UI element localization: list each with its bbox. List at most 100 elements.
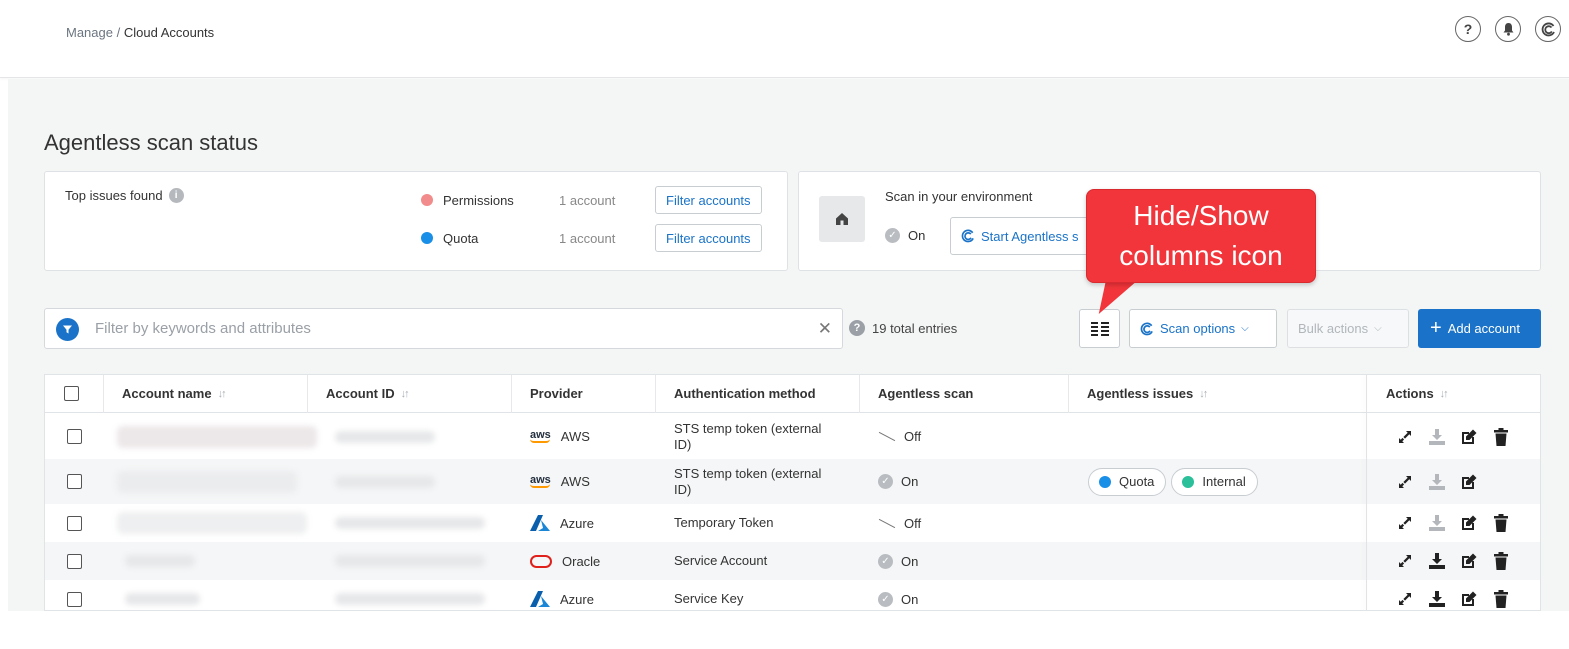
expand-icon[interactable] — [1395, 427, 1415, 447]
info-icon[interactable]: i — [168, 188, 184, 203]
notification-bell-icon[interactable] — [1495, 16, 1521, 42]
auth-line-2: ID) — [674, 436, 692, 452]
add-account-button[interactable]: + Add account — [1418, 309, 1541, 348]
download-icon[interactable] — [1427, 551, 1447, 571]
provider-label: AWS — [560, 429, 590, 444]
table-row[interactable]: aws AWS STS temp token (external ID) ✓ On Q… — [45, 459, 1540, 504]
sort-icon[interactable]: ↓↑ — [1199, 388, 1208, 400]
edit-icon[interactable] — [1459, 551, 1479, 571]
account-id-redacted — [335, 580, 485, 610]
select-all-cell — [64, 375, 79, 412]
top-issues-label: Top issues found — [65, 188, 163, 203]
bulk-actions-button[interactable]: Bulk actions ⌵ — [1287, 309, 1409, 348]
expand-icon[interactable] — [1395, 551, 1415, 571]
provider-cell: aws AWS — [530, 414, 590, 459]
column-agentless-issues[interactable]: Agentless issues ↓↑ — [1087, 375, 1208, 412]
column-account-id[interactable]: Account ID ↓↑ — [326, 375, 410, 412]
top-header: Manage / Cloud Accounts ? — [0, 0, 1569, 78]
sort-icon[interactable]: ↓↑ — [401, 388, 410, 400]
download-icon[interactable] — [1427, 472, 1447, 492]
delete-icon[interactable] — [1491, 551, 1511, 571]
table-header: Account name ↓↑ Account ID ↓↑ Provider Aut… — [45, 375, 1540, 413]
auth-line-2: ID) — [674, 481, 692, 497]
breadcrumb: Manage / Cloud Accounts — [66, 25, 214, 40]
account-name-redacted — [125, 580, 200, 610]
total-entries-label: 19 total entries — [872, 320, 958, 336]
brand-logo-icon[interactable] — [1535, 16, 1561, 42]
row-checkbox[interactable] — [67, 474, 82, 489]
table-row[interactable]: Oracle Service Account ✓ On — [45, 542, 1540, 580]
row-select-cell — [67, 542, 82, 580]
top-issues-card: Top issues found i Permissions 1 account… — [44, 171, 788, 271]
provider-cell: Azure — [530, 504, 594, 542]
select-all-checkbox[interactable] — [64, 386, 79, 401]
column-actions[interactable]: Actions ↓↑ — [1386, 375, 1449, 412]
scan-status-label: Off — [904, 515, 922, 531]
table-row[interactable]: aws AWS STS temp token (external ID) Off — [45, 414, 1540, 459]
auth-method-cell: STS temp token (external ID) — [674, 414, 854, 459]
scan-options-button[interactable]: Scan options ⌵ — [1129, 309, 1277, 348]
help-icon[interactable]: ? — [849, 320, 865, 336]
row-select-cell — [67, 459, 82, 504]
filter-accounts-quota-button[interactable]: Filter accounts — [655, 224, 762, 252]
delete-icon[interactable] — [1491, 513, 1511, 533]
auth-line-1: Service Account — [674, 553, 768, 568]
provider-cell: Oracle — [530, 542, 600, 580]
breadcrumb-manage[interactable]: Manage — [66, 25, 113, 40]
scan-brand-icon — [1140, 322, 1153, 335]
actions-cell — [1395, 504, 1511, 542]
table-row[interactable]: Azure Service Key ✓ On — [45, 580, 1540, 610]
columns-icon — [1090, 321, 1109, 336]
provider-label: Oracle — [562, 553, 601, 569]
agentless-scan-cell: Off — [878, 414, 921, 459]
column-label: Agentless issues — [1087, 386, 1194, 401]
issue-pill-internal[interactable]: Internal — [1171, 467, 1258, 496]
actions-cell — [1395, 542, 1511, 580]
chevron-down-icon: ⌵ — [1241, 323, 1249, 334]
row-select-cell — [67, 504, 82, 542]
edit-icon[interactable] — [1459, 589, 1479, 609]
row-checkbox[interactable] — [67, 553, 82, 569]
filter-accounts-permissions-button[interactable]: Filter accounts — [655, 186, 762, 214]
page-title: Agentless scan status — [44, 130, 259, 155]
scan-status-label: On — [901, 591, 919, 607]
help-icon[interactable]: ? — [1455, 16, 1481, 42]
column-account-name[interactable]: Account name ↓↑ — [122, 375, 227, 412]
row-select-cell — [67, 414, 82, 459]
issue-pill-quota[interactable]: Quota — [1088, 467, 1167, 496]
expand-icon[interactable] — [1395, 589, 1415, 609]
scan-status-label: Off — [904, 429, 922, 444]
scan-status-label: On — [901, 553, 919, 569]
delete-icon[interactable] — [1491, 589, 1511, 609]
bulk-actions-label: Bulk actions — [1298, 321, 1369, 336]
account-name-redacted — [117, 459, 297, 504]
scan-status-label: On — [901, 474, 919, 489]
download-icon[interactable] — [1427, 427, 1447, 447]
expand-icon[interactable] — [1395, 472, 1415, 492]
check-icon: ✓ — [878, 474, 893, 489]
table-row[interactable]: Azure Temporary Token Off — [45, 504, 1540, 542]
download-icon[interactable] — [1427, 513, 1447, 533]
sort-icon[interactable]: ↓↑ — [1440, 388, 1449, 400]
edit-icon[interactable] — [1459, 427, 1479, 447]
column-label: Actions — [1386, 386, 1434, 401]
column-auth-method[interactable]: Authentication method — [674, 375, 816, 412]
sort-icon[interactable]: ↓↑ — [218, 388, 227, 400]
column-label: Account name — [122, 386, 212, 401]
filter-funnel-icon[interactable] — [56, 318, 79, 341]
accounts-table: Account name ↓↑ Account ID ↓↑ Provider Aut… — [44, 374, 1541, 611]
row-checkbox[interactable] — [67, 515, 82, 531]
row-checkbox[interactable] — [67, 429, 82, 444]
column-agentless-scan[interactable]: Agentless scan — [878, 375, 973, 412]
filter-input[interactable] — [95, 309, 795, 348]
edit-icon[interactable] — [1459, 513, 1479, 533]
row-checkbox[interactable] — [67, 591, 82, 607]
expand-icon[interactable] — [1395, 513, 1415, 533]
delete-icon[interactable] — [1491, 427, 1511, 447]
clear-filter-icon[interactable]: ✕ — [818, 319, 832, 339]
hide-show-columns-button[interactable] — [1079, 309, 1120, 348]
column-provider[interactable]: Provider — [530, 375, 583, 412]
download-icon[interactable] — [1427, 589, 1447, 609]
breadcrumb-separator: / — [112, 25, 124, 40]
edit-icon[interactable] — [1459, 472, 1479, 492]
